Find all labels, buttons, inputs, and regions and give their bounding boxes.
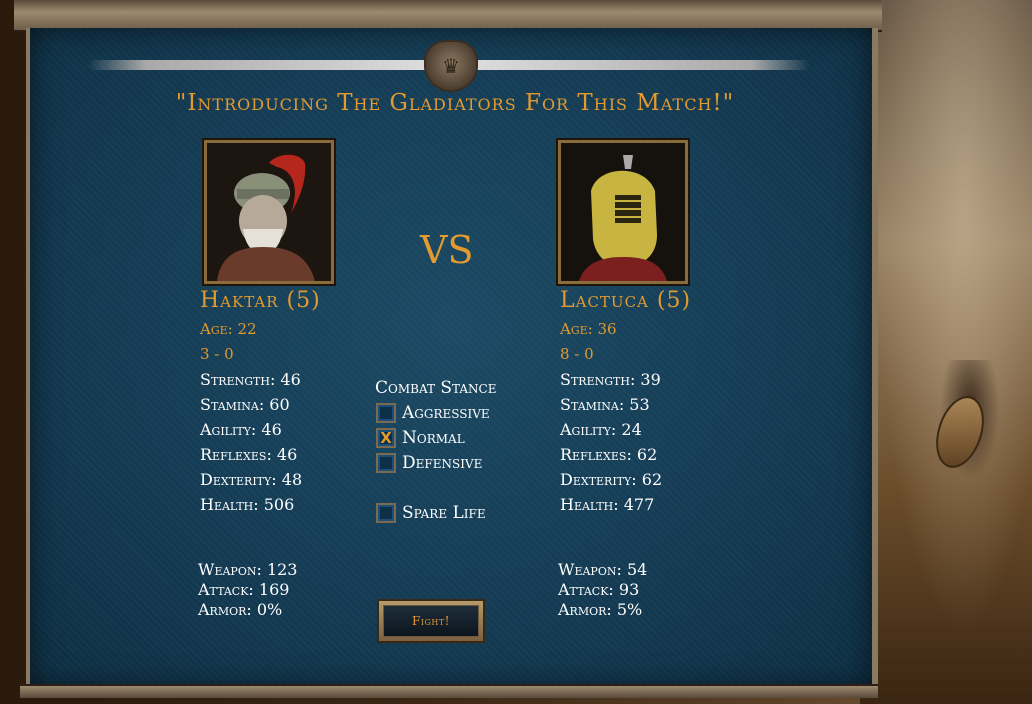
- stat-attack: Attack: 169: [198, 580, 290, 599]
- versus-label: VS: [420, 228, 474, 272]
- stat-dexterity: Dexterity: 62: [560, 470, 663, 489]
- stat-reflexes: Reflexes: 46: [200, 445, 298, 464]
- checkbox-aggressive[interactable]: [376, 403, 396, 423]
- stat-attack: Attack: 93: [558, 580, 640, 599]
- stance-label: Defensive: [402, 453, 483, 473]
- checkbox-spare-life[interactable]: [376, 503, 396, 523]
- lactuca-portrait: [558, 140, 688, 284]
- gladiator-age: Age: 22: [200, 320, 257, 338]
- gladiator-name: Lactuca (5): [560, 288, 692, 313]
- stat-dexterity: Dexterity: 48: [200, 470, 303, 489]
- gladiator-record: 3 - 0: [200, 345, 234, 363]
- frame-bottom: [20, 684, 878, 698]
- stat-health: Health: 477: [560, 495, 655, 514]
- gladiator-name: Haktar (5): [200, 288, 321, 313]
- gladiator-age: Age: 36: [560, 320, 617, 338]
- stat-strength: Strength: 46: [200, 370, 301, 389]
- stat-agility: Agility: 46: [200, 420, 282, 439]
- lion-emblem-icon: ♛: [424, 40, 478, 92]
- stat-stamina: Stamina: 53: [560, 395, 650, 414]
- checkbox-normal[interactable]: X: [376, 428, 396, 448]
- stat-armor: Armor: 0%: [198, 600, 283, 619]
- haktar-portrait: [204, 140, 334, 284]
- match-title: "Introducing The Gladiators For This Mat…: [175, 90, 735, 116]
- stat-health: Health: 506: [200, 495, 295, 514]
- stat-agility: Agility: 24: [560, 420, 642, 439]
- stance-defensive-option[interactable]: Defensive: [376, 453, 482, 473]
- stance-label: Normal: [402, 428, 465, 448]
- stance-label: Aggressive: [402, 403, 490, 423]
- combat-stance-title: Combat Stance: [375, 378, 497, 398]
- stance-normal-option[interactable]: X Normal: [376, 428, 465, 448]
- stat-reflexes: Reflexes: 62: [560, 445, 658, 464]
- stat-weapon: Weapon: 123: [198, 560, 298, 579]
- gladiator-record: 8 - 0: [560, 345, 594, 363]
- fight-button[interactable]: Fight!: [377, 599, 485, 643]
- stat-armor: Armor: 5%: [558, 600, 643, 619]
- checkbox-defensive[interactable]: [376, 453, 396, 473]
- stance-aggressive-option[interactable]: Aggressive: [376, 403, 490, 423]
- fight-button-label: Fight!: [383, 605, 479, 637]
- match-panel: [26, 28, 878, 688]
- stat-weapon: Weapon: 54: [558, 560, 648, 579]
- spare-life-option[interactable]: Spare Life: [376, 503, 486, 523]
- stat-stamina: Stamina: 60: [200, 395, 290, 414]
- spare-life-label: Spare Life: [402, 503, 486, 523]
- stat-strength: Strength: 39: [560, 370, 661, 389]
